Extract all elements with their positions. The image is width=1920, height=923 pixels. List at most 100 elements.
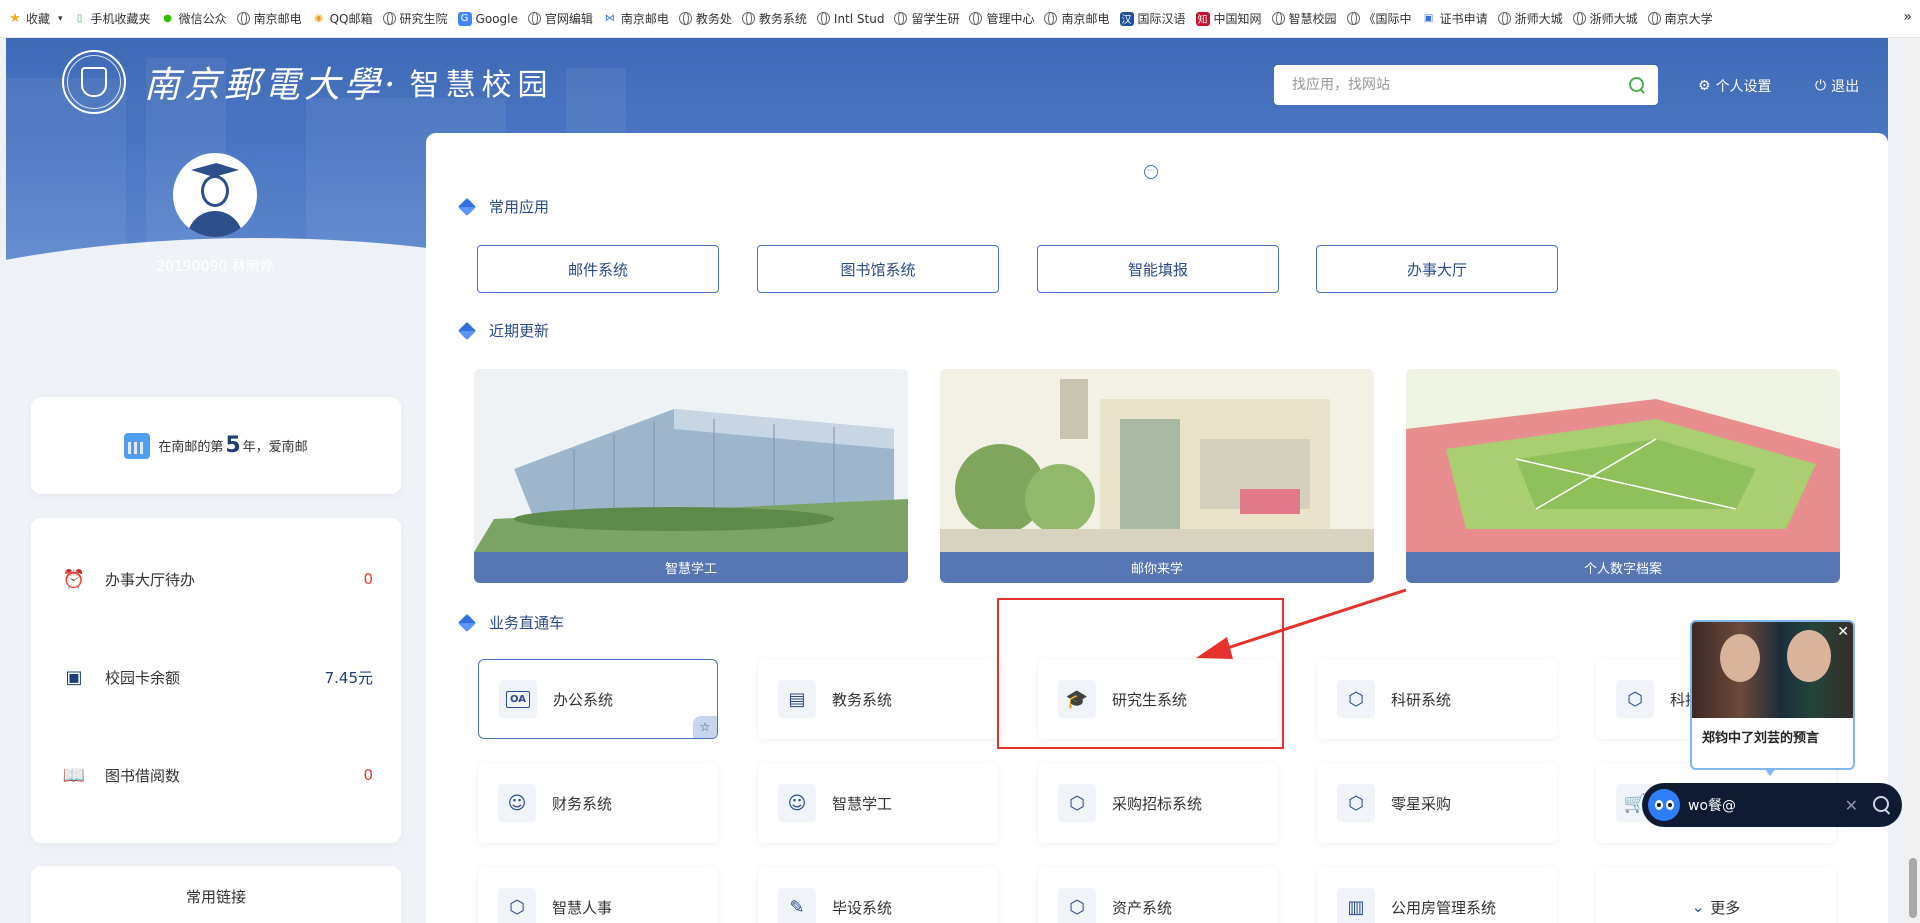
common-links-title: 常用链接 [185, 888, 246, 906]
search-icon[interactable] [1872, 795, 1892, 815]
favorite-star-icon[interactable]: ☆ [693, 716, 717, 738]
highlight-box [997, 598, 1284, 749]
video-popup[interactable]: ✕ 郑钧中了刘芸的预言 [1690, 620, 1855, 770]
bookmark-item[interactable]: 汉国际汉语 [1119, 10, 1186, 27]
tile-asset-system[interactable]: ⬡ 资产系统 [1038, 867, 1278, 923]
alarm-clock-icon: ⏰ [62, 568, 86, 590]
bookmark-item[interactable]: ★ 收藏 ▾ [8, 10, 63, 27]
bookmark-item[interactable]: 研究生院 [382, 10, 448, 27]
bookmark-item[interactable]: 管理中心 [969, 10, 1034, 27]
chevron-down-icon[interactable]: ▾ [58, 14, 63, 24]
tile-academic-system[interactable]: ▤ 教务系统 [758, 659, 998, 739]
logout-link[interactable]: ⏻ 退出 [1815, 76, 1859, 96]
app-button-mail[interactable]: 邮件系统 [477, 245, 719, 293]
globe-icon [816, 12, 830, 25]
years-count: 5 [225, 433, 241, 458]
bookmark-item[interactable]: 教务系统 [741, 10, 807, 27]
assistant-query[interactable]: wo餐@ [1688, 795, 1845, 815]
cube-icon: ⬡ [1058, 888, 1096, 923]
assistant-search-bar[interactable]: wo餐@ ✕ [1642, 783, 1902, 827]
bookmark-item[interactable]: ⋈ 南京邮电 [603, 10, 669, 27]
power-icon: ⏻ [1815, 78, 1827, 94]
globe-icon [894, 12, 908, 25]
bookmark-item[interactable]: G Google [457, 11, 518, 26]
cube-icon: ⬡ [1616, 680, 1654, 718]
chat-bubble-icon[interactable]: ··· [1144, 165, 1158, 179]
tile-smart-student[interactable]: ☺ 智慧学工 [758, 763, 998, 843]
tile-procurement-bidding[interactable]: ⬡ 采购招标系统 [1038, 763, 1278, 843]
bookmark-item[interactable]: 南京大学 [1647, 10, 1713, 27]
app-button-service-hall[interactable]: 办事大厅 [1316, 245, 1558, 293]
search-box[interactable] [1274, 65, 1658, 105]
tile-public-housing[interactable]: ▥ 公用房管理系统 [1317, 867, 1557, 923]
app-button-library[interactable]: 图书馆系统 [757, 245, 999, 293]
tile-office-system[interactable]: OA 办公系统 ☆ [478, 659, 718, 739]
tile-research-system[interactable]: ⬡ 科研系统 [1317, 659, 1557, 739]
video-thumbnail [1692, 622, 1853, 718]
globe-icon [1044, 12, 1058, 25]
cert-icon: ▣ [1423, 13, 1434, 24]
njupt-icon: ⋈ [604, 13, 615, 24]
bookmark-item[interactable]: 智慧校园 [1271, 10, 1337, 27]
globe-icon [678, 12, 692, 25]
bookmark-item[interactable]: ▣ 证书申请 [1422, 10, 1488, 27]
qq-mail-icon: ◉ [314, 13, 323, 24]
news-card-digital-archive[interactable]: 个人数字档案 [1406, 369, 1840, 583]
bookmark-item[interactable]: 教务处 [678, 10, 732, 27]
tile-finance-system[interactable]: ☺ 财务系统 [478, 763, 718, 843]
tile-smart-hr[interactable]: ⬡ 智慧人事 [478, 867, 718, 923]
bookmark-item[interactable]: 南京邮电 [236, 10, 302, 27]
tile-thesis-system[interactable]: ✎ 毕设系统 [758, 867, 998, 923]
university-logo[interactable]: 南京郵電大學· 智慧校园 [62, 50, 553, 114]
news-card-smart-student[interactable]: 智慧学工 [474, 369, 908, 583]
common-links-card: 常用链接 [31, 866, 401, 923]
bookmark-item[interactable]: 南京邮电 [1044, 10, 1110, 27]
cube-icon: ⬡ [498, 888, 536, 923]
video-title: 郑钧中了刘芸的预言 [1702, 731, 1820, 746]
search-icon[interactable] [1628, 76, 1646, 94]
news-caption: 个人数字档案 [1406, 552, 1840, 583]
bookmark-item[interactable]: 官网编辑 [527, 10, 593, 27]
bookmark-item[interactable]: Intl Stud [816, 12, 884, 26]
stat-pending-tasks[interactable]: ⏰ 办事大厅待办 0 [63, 568, 373, 590]
search-input[interactable] [1292, 77, 1628, 93]
globe-icon [527, 12, 541, 25]
bookmark-item[interactable]: 知中国知网 [1195, 10, 1262, 27]
cube-icon [457, 613, 477, 632]
globe-icon [1497, 12, 1511, 25]
clear-icon[interactable]: ✕ [1845, 796, 1858, 815]
star-icon: ★ [9, 11, 21, 26]
bookmark-item[interactable]: 浙师大城 [1497, 10, 1563, 27]
wallet-icon: ▣ [65, 666, 83, 688]
page-scrollbar[interactable] [1906, 38, 1920, 923]
bookmark-item[interactable]: 浙师大城 [1572, 10, 1638, 27]
more-button[interactable]: ⌄ 更多 [1596, 867, 1836, 923]
stats-card: ⏰ 办事大厅待办 0 ▣ 校园卡余额 7.45元 📖 图书借阅数 0 [31, 518, 401, 843]
tile-small-purchase[interactable]: ⬡ 零星采购 [1317, 763, 1557, 843]
app-button-smart-form[interactable]: 智能填报 [1037, 245, 1279, 293]
bookmark-item[interactable]: ▯ 手机收藏夹 [73, 10, 151, 27]
close-icon[interactable]: ✕ [1837, 624, 1849, 640]
section-business: 业务直通车 [457, 612, 564, 633]
phone-icon: ▯ [76, 13, 83, 24]
bookmark-item[interactable]: 《国际中 [1346, 10, 1412, 27]
personal-settings-link[interactable]: ⚙ 个人设置 [1698, 76, 1772, 96]
cube-icon [457, 321, 477, 340]
bookmark-item[interactable]: ● 微信公众 [161, 10, 226, 27]
news-card-study[interactable]: 邮你来学 [940, 369, 1374, 583]
years-card: 在南邮的第 5 年，爱南邮 [31, 397, 401, 494]
cube-icon: ⬡ [1337, 784, 1375, 822]
bookmarks-overflow-button[interactable]: » [1903, 9, 1912, 25]
stat-books-borrowed[interactable]: 📖 图书借阅数 0 [63, 764, 373, 786]
stat-card-balance[interactable]: ▣ 校园卡余额 7.45元 [63, 666, 373, 688]
stadium-illustration [1406, 369, 1840, 552]
news-caption: 智慧学工 [474, 552, 908, 583]
avatar[interactable] [173, 153, 257, 237]
scrollbar-thumb[interactable] [1909, 858, 1917, 918]
hanban-icon: 汉 [1119, 11, 1134, 26]
bookmark-item[interactable]: ◉ QQ邮箱 [312, 10, 372, 27]
logo-subtitle: 智慧校园 [409, 68, 554, 103]
bookmark-item[interactable]: 留学生研 [894, 10, 959, 27]
campus-illustration [940, 369, 1374, 552]
graduation-cap-icon [190, 163, 240, 177]
